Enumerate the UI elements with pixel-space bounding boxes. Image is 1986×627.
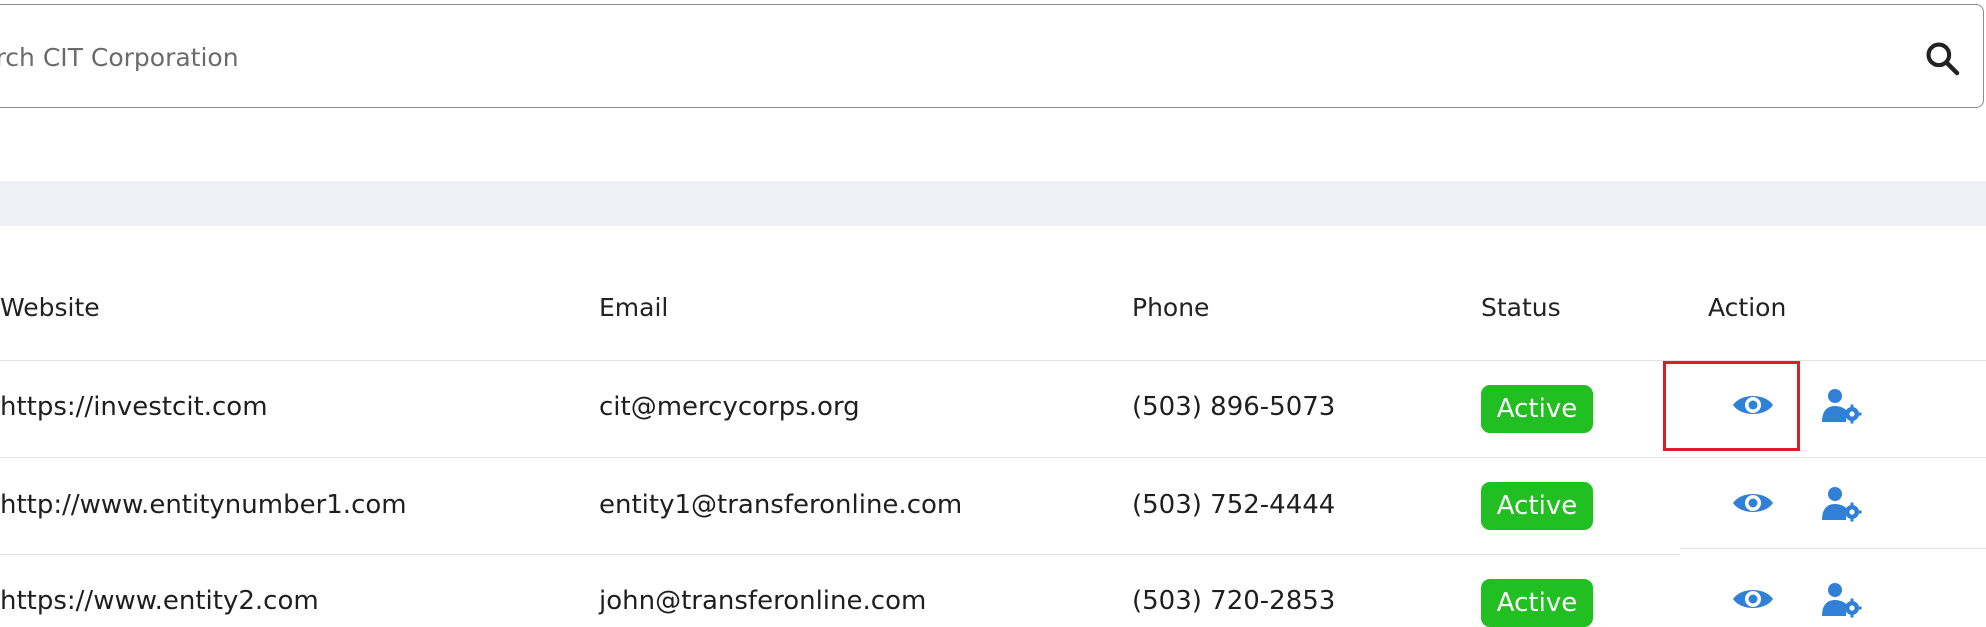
row-divider (1680, 548, 1986, 549)
header-status: Status (1481, 293, 1561, 322)
search-icon[interactable] (1923, 39, 1961, 77)
row-divider (0, 457, 1986, 458)
eye-icon[interactable] (1731, 489, 1775, 517)
cell-phone: (503) 752-4444 (1132, 490, 1336, 520)
search-box[interactable] (0, 4, 1984, 109)
header-phone: Phone (1132, 293, 1210, 322)
cell-website: http://www.entitynumber1.com (0, 490, 407, 520)
header-website: Website (0, 293, 100, 322)
status-badge: Active (1481, 482, 1593, 530)
cell-email: cit@mercycorps.org (599, 392, 860, 422)
user-gear-icon[interactable] (1822, 582, 1862, 618)
search-input[interactable] (0, 5, 1843, 109)
cell-phone: (503) 896-5073 (1132, 392, 1336, 422)
eye-icon[interactable] (1731, 585, 1775, 613)
status-badge: Active (1481, 385, 1593, 433)
highlight-box (1663, 361, 1800, 451)
cell-email: entity1@transferonline.com (599, 490, 963, 520)
header-email: Email (599, 293, 669, 322)
row-divider (0, 554, 1680, 555)
cell-website: https://investcit.com (0, 392, 268, 422)
status-badge: Active (1481, 579, 1593, 627)
user-gear-icon[interactable] (1822, 388, 1862, 424)
user-gear-icon[interactable] (1822, 486, 1862, 522)
header-action: Action (1708, 293, 1787, 322)
filter-band (0, 181, 1986, 226)
